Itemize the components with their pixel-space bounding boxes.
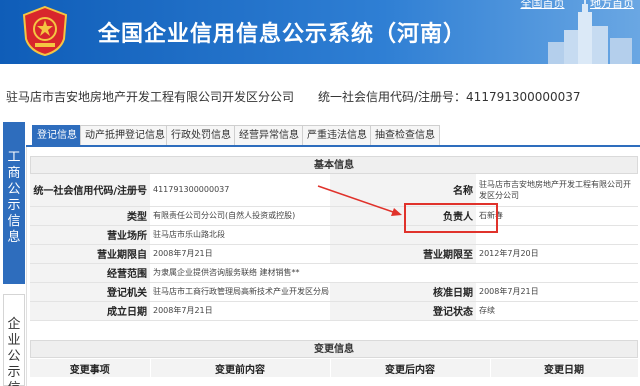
basic-info-table: 统一社会信用代码/注册号 411791300000037 名称 驻马店市吉安地房… — [30, 174, 638, 321]
name-field-label: 名称 — [330, 174, 476, 207]
status-field-value: 存续 — [476, 301, 638, 321]
authority-field-label: 登记机关 — [30, 282, 150, 302]
col-change-item: 变更事项 — [30, 359, 151, 377]
nav-char: 业 — [7, 333, 21, 348]
nav-char: 公 — [7, 349, 21, 364]
name-field-value: 驻马店市吉安地房地产开发工程有限公司开发区分公司 — [476, 174, 638, 207]
nav-char: 息 — [7, 230, 21, 245]
company-line: 驻马店市吉安地房地产开发工程有限公司开发区分公司 统一社会信用代码/注册号：41… — [6, 88, 636, 108]
tab-registration[interactable]: 登记信息 — [32, 125, 82, 145]
table-row: 营业期限自 2008年7月21日 营业期限至 2012年7月20日 — [30, 244, 638, 264]
usc-value: 411791300000037 — [466, 90, 581, 104]
top-links: 全国首页 地方首页 — [499, 0, 635, 11]
table-row: 营业场所 驻马店市乐山路北段 — [30, 225, 638, 245]
usc-label: 统一社会信用代码/注册号： — [318, 90, 467, 104]
highlight-box — [404, 203, 498, 233]
table-row: 统一社会信用代码/注册号 411791300000037 名称 驻马店市吉安地房… — [30, 174, 638, 207]
usc-info: 统一社会信用代码/注册号：411791300000037 — [318, 88, 581, 105]
col-after: 变更后内容 — [330, 359, 491, 377]
table-row: 成立日期 2008年7月21日 登记状态 存续 — [30, 301, 638, 321]
header-banner: 全国企业信用信息公示系统（河南） 全国首页 地方首页 — [0, 0, 640, 64]
empty-cell — [476, 225, 638, 245]
col-date: 变更日期 — [490, 359, 639, 377]
person-field-value: 石新春 — [476, 206, 638, 226]
scope-field-value: 为隶属企业提供咨询服务联络 建材销售** — [150, 263, 638, 283]
from-field-value: 2008年7月21日 — [150, 244, 330, 264]
table-header-row: 变更事项 变更前内容 变更后内容 变更日期 — [30, 359, 639, 377]
link-local-home[interactable]: 地方首页 — [590, 0, 634, 10]
site-title: 全国企业信用信息公示系统（河南） — [98, 22, 467, 47]
from-field-label: 营业期限自 — [30, 244, 150, 264]
est-field-value: 2008年7月21日 — [150, 301, 330, 321]
type-field-value: 有限责任公司分公司(自然人投资或控股) — [150, 206, 330, 226]
place-field-value: 驻马店市乐山路北段 — [150, 225, 330, 245]
nav-char: 工 — [7, 150, 21, 165]
nav-char: 信 — [4, 381, 24, 386]
page: 全国企业信用信息公示系统（河南） 全国首页 地方首页 驻马店市吉安地房地产开发工… — [0, 0, 640, 386]
link-national-home[interactable]: 全国首页 — [521, 0, 565, 10]
approve-field-value: 2008年7月21日 — [476, 282, 638, 302]
nav-char: 示 — [7, 365, 21, 380]
to-field-value: 2012年7月20日 — [476, 244, 638, 264]
national-emblem-icon — [22, 5, 68, 57]
nav-char: 公 — [7, 182, 21, 197]
table-row: 类型 有限责任公司分公司(自然人投资或控股) 负责人 石新春 — [30, 206, 638, 226]
company-name: 驻马店市吉安地房地产开发工程有限公司开发区分公司 — [6, 90, 295, 104]
tab-spot-check[interactable]: 抽查检查信息 — [370, 125, 440, 145]
nav-char: 信 — [7, 214, 21, 229]
nav-char: 企 — [7, 317, 21, 332]
est-field-label: 成立日期 — [30, 301, 150, 321]
table-row: 经营范围 为隶属企业提供咨询服务联络 建材销售** — [30, 263, 638, 283]
usc-field-label: 统一社会信用代码/注册号 — [30, 174, 150, 207]
changes-title: 变更信息 — [30, 340, 638, 358]
tab-admin-penalty[interactable]: 行政处罚信息 — [166, 125, 236, 145]
nav-business-disclosure[interactable]: 工 商 公 示 信 息 — [3, 122, 25, 284]
authority-field-value: 驻马店市工商行政管理局高新技术产业开发区分局 — [150, 282, 330, 302]
to-field-label: 营业期限至 — [330, 244, 476, 264]
type-field-label: 类型 — [30, 206, 150, 226]
nav-char: 商 — [7, 166, 21, 181]
scope-field-label: 经营范围 — [30, 263, 150, 283]
approve-field-label: 核准日期 — [330, 282, 476, 302]
changes-table: 变更事项 变更前内容 变更后内容 变更日期 — [30, 359, 639, 377]
tab-serious-violation[interactable]: 严重违法信息 — [302, 125, 372, 145]
nav-enterprise-disclosure[interactable]: 企 业 公 示 信 — [3, 294, 25, 386]
tab-bar: 登记信息 动产抵押登记信息 行政处罚信息 经营异常信息 严重违法信息 抽查检查信… — [26, 123, 640, 147]
nav-char: 示 — [7, 198, 21, 213]
table-row: 登记机关 驻马店市工商行政管理局高新技术产业开发区分局 核准日期 2008年7月… — [30, 282, 638, 302]
tab-chattel-mortgage[interactable]: 动产抵押登记信息 — [80, 125, 170, 145]
status-field-label: 登记状态 — [330, 301, 476, 321]
place-field-label: 营业场所 — [30, 225, 150, 245]
tab-abnormal-operation[interactable]: 经营异常信息 — [234, 125, 304, 145]
usc-field-value: 411791300000037 — [150, 174, 330, 207]
col-before: 变更前内容 — [150, 359, 331, 377]
basic-info-title: 基本信息 — [30, 156, 638, 174]
